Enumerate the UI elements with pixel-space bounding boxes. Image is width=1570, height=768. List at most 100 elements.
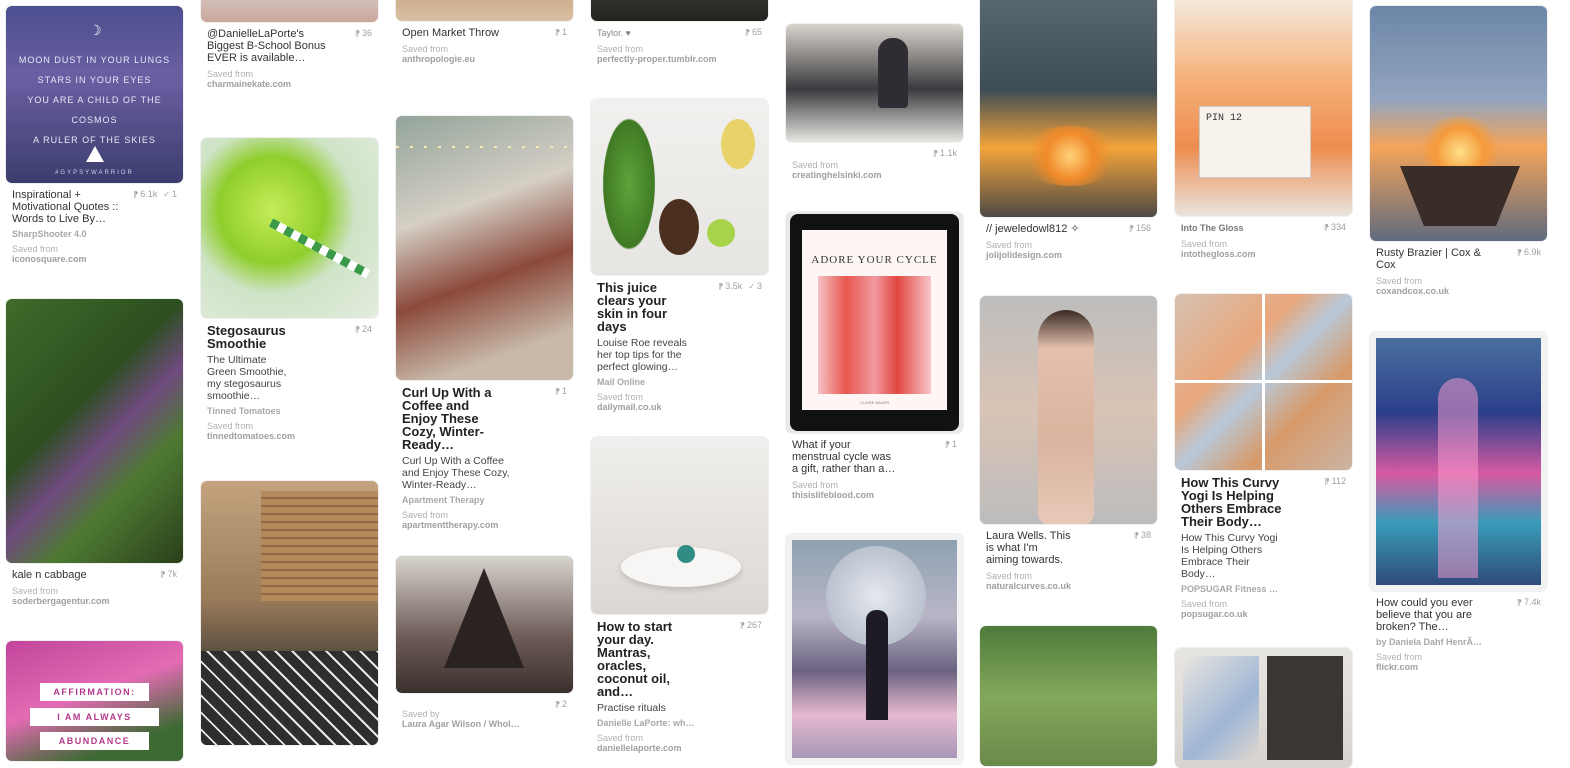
saved-label: Saved from [597,733,644,743]
pin-juice[interactable]: This juice clears your skin in four days… [591,99,768,413]
pin-attribution[interactable]: SharpShooter 4.0 [12,229,177,239]
pin-domain[interactable]: tinnedtomatoes.com [207,431,372,442]
pin-icon: ⁋ [932,149,938,158]
pin-image[interactable]: PIN 12 [1175,0,1352,216]
pin-image[interactable] [1370,6,1547,241]
pin-title[interactable]: kale n cabbage [12,569,177,581]
pin-image[interactable]: AFFIRMATION: I AM ALWAYS ATTRACTING ABUN… [6,641,183,761]
brazier-bowl [1400,166,1520,226]
book-right [1267,656,1343,760]
pin-domain[interactable]: thisislifeblood.com [792,490,957,501]
pin-image[interactable] [1370,332,1547,591]
pin-title[interactable]: Taylor. ♥ [597,27,762,39]
pin-image[interactable] [396,0,573,21]
pin-stegosaurus[interactable]: Stegosaurus Smoothie ⁋ 24 The Ultimate Gr… [201,138,378,442]
pin-domain[interactable]: creatinghelsinki.com [792,170,957,181]
pin-image[interactable]: ☽ MOON DUST IN YOUR LUNGS STARS IN YOUR … [6,6,183,183]
pin-image[interactable]: ADORE YOUR CYCLE CLAIRE BAKER [786,212,963,433]
candle-label-text: PIN 12 [1206,113,1243,124]
saved-label: Saved from [792,160,839,170]
pin-title[interactable]: How This Curvy Yogi Is Helping Others Em… [1181,476,1346,528]
pin-brazier[interactable]: Rusty Brazier | Cox & Cox ⁋ 6.9k Saved fr… [1370,6,1547,297]
pin-kale[interactable]: kale n cabbage ⁋ 7k Saved from soderberga… [6,299,183,607]
pin-yogi[interactable]: How This Curvy Yogi Is Helping Others Em… [1175,294,1352,620]
pin-inspirational[interactable]: ☽ MOON DUST IN YOUR LUNGS STARS IN YOUR … [6,6,183,265]
pin-attribution[interactable]: Apartment Therapy [402,495,567,505]
pin-domain[interactable]: intothegloss.com [1181,249,1346,260]
pin-image[interactable] [786,24,963,142]
pin-deck[interactable] [201,481,378,745]
pin-image[interactable] [1175,294,1352,470]
pin-image[interactable] [591,0,768,21]
pin-jewel[interactable]: // jeweledowl812 ✧ ⁋ 156 Saved from jolij… [980,0,1157,261]
pin-altar[interactable]: ⁋ 2 Saved by Laura Agar Wilson / Whol… [396,556,573,730]
pin-title[interactable]: // jeweledowl812 ✧ [986,223,1151,235]
pin-stats: ⁋ 24 [355,324,372,334]
pin-icon: ⁋ [160,570,166,579]
pin-title[interactable]: @DanielleLaPorte's Biggest B-School Bonu… [207,28,372,64]
pin-image[interactable] [396,116,573,380]
pin-attribution[interactable]: Danielle LaPorte: wh… [597,718,762,728]
pin-cycle[interactable]: ADORE YOUR CYCLE CLAIRE BAKER What if yo… [786,212,963,501]
pin-image[interactable] [201,138,378,318]
pin-image[interactable] [980,0,1157,217]
pin-domain[interactable]: naturalcurves.co.uk [986,581,1151,592]
pin-title[interactable]: How to start your day. Mantras, oracles,… [597,620,762,698]
pin-domain[interactable]: charmainekate.com [207,79,372,90]
pin-garden[interactable] [980,626,1157,766]
pin-icon: ⁋ [1324,477,1330,486]
pin-image[interactable] [6,299,183,563]
pin-domain[interactable]: dailymail.co.uk [597,402,762,413]
pin-domain[interactable]: apartmenttherapy.com [402,520,567,531]
pin-moon[interactable] [786,534,963,764]
pin-domain[interactable]: perfectly-proper.tumblr.com [597,54,762,65]
pin-domain[interactable]: Laura Agar Wilson / Whol… [402,719,567,730]
figure-silhouette [1438,378,1478,578]
pin-domain[interactable]: coxandcox.co.uk [1376,286,1541,297]
pin-helsinki[interactable]: ⁋ 1.1k Saved from creatinghelsinki.com [786,24,963,181]
pin-books[interactable] [1175,648,1352,768]
pin-mantras[interactable]: How to start your day. Mantras, oracles,… [591,437,768,754]
pin-image[interactable] [1175,648,1352,768]
pin-attribution[interactable]: by Daniela Dahf HenrÃ… [1376,637,1541,647]
pin-title[interactable]: Stegosaurus Smoothie [207,324,372,350]
pin-image[interactable] [591,437,768,614]
pin-image[interactable] [396,556,573,693]
pin-domain[interactable]: anthropologie.eu [402,54,567,65]
pin-cozy[interactable]: Curl Up With a Coffee and Enjoy These Co… [396,116,573,531]
pin-image[interactable] [201,481,378,745]
pin-attribution[interactable]: Mail Online [597,377,762,387]
pin-attribution[interactable]: Tinned Tomatoes [207,406,372,416]
pin-image[interactable] [201,0,378,22]
pin-image[interactable] [591,99,768,275]
repin-count: 3.5k [725,281,743,291]
pin-title[interactable]: Into The Gloss [1181,222,1346,234]
pin-domain[interactable]: flickr.com [1376,662,1541,673]
pin-title[interactable]: What if your menstrual cycle was a gift,… [792,439,957,475]
fence [261,491,378,601]
pin-title[interactable]: Laura Wells. This is what I'm aiming tow… [986,530,1151,566]
pin-laura[interactable]: Laura Wells. This is what I'm aiming tow… [980,296,1157,592]
pin-image[interactable] [980,626,1157,766]
pin-danielle[interactable]: @DanielleLaPorte's Biggest B-School Bonu… [201,0,378,90]
pin-image[interactable] [786,534,963,764]
pin-image[interactable] [980,296,1157,524]
pin-taylor[interactable]: Taylor. ♥ ⁋ 65 Saved from perfectly-prope… [591,0,768,65]
saved-label: Saved from [1376,276,1423,286]
pin-title[interactable]: Open Market Throw [402,27,567,39]
pin-icon: ⁋ [944,440,950,449]
pin-attribution[interactable]: POPSUGAR Fitness … [1181,584,1346,594]
pin-title[interactable]: Curl Up With a Coffee and Enjoy These Co… [402,386,567,451]
pin-domain[interactable]: jolijolidesign.com [986,250,1151,261]
pin-domain[interactable]: soderbergagentur.com [12,596,177,607]
pin-domain[interactable]: daniellelaporte.com [597,743,762,754]
pin-throw[interactable]: Open Market Throw ⁋ 1 Saved from anthropo… [396,0,573,65]
grid-divider-h [1175,380,1352,383]
pin-affirmation[interactable]: AFFIRMATION: I AM ALWAYS ATTRACTING ABUN… [6,641,183,761]
pin-domain[interactable]: popsugar.co.uk [1181,609,1346,620]
pin-gloss[interactable]: PIN 12 Into The Gloss ⁋ 334 Saved from in… [1175,0,1352,260]
pin-description: Curl Up With a Coffee and Enjoy These Co… [402,455,510,491]
pin-domain[interactable]: iconosquare.com [12,254,177,265]
pin-broken[interactable]: How could you ever believe that you are … [1370,332,1547,673]
check-icon: ✓ [163,190,170,199]
